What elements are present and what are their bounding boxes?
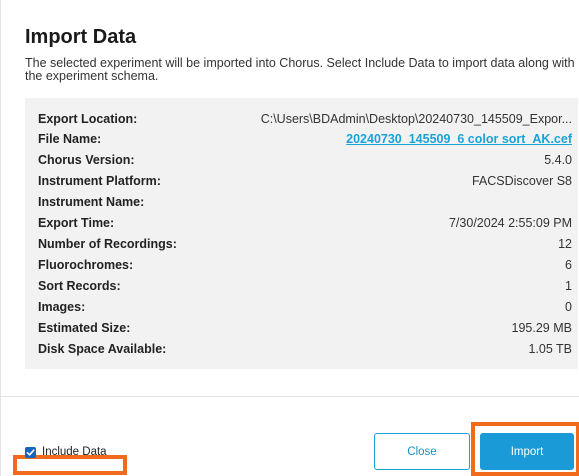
chorus-version-value: 5.4.0	[544, 153, 572, 167]
detail-row-chorus-version: Chorus Version: 5.4.0	[38, 151, 572, 169]
sort-records-value: 1	[565, 279, 572, 293]
fluorochromes-value: 6	[565, 258, 572, 272]
number-of-recordings-value: 12	[558, 237, 572, 251]
detail-row-images: Images: 0	[38, 298, 572, 316]
detail-label: Sort Records:	[38, 279, 121, 293]
detail-row-instrument-platform: Instrument Platform: FACSDiscover S8	[38, 172, 572, 190]
detail-label: Instrument Name:	[38, 195, 145, 209]
footer-divider	[1, 396, 579, 397]
detail-label: Fluorochromes:	[38, 258, 134, 272]
detail-label: Number of Recordings:	[38, 237, 177, 251]
detail-row-sort-records: Sort Records: 1	[38, 277, 572, 295]
detail-label: Chorus Version:	[38, 153, 135, 167]
detail-label: Disk Space Available:	[38, 342, 167, 356]
images-value: 0	[565, 300, 572, 314]
detail-label: Export Location:	[38, 112, 138, 126]
detail-label: Estimated Size:	[38, 321, 131, 335]
import-button[interactable]: Import	[480, 433, 574, 470]
detail-row-fluorochromes: Fluorochromes: 6	[38, 256, 572, 274]
detail-label: Export Time:	[38, 216, 115, 230]
export-time-value: 7/30/2024 2:55:09 PM	[448, 216, 572, 230]
detail-row-export-time: Export Time: 7/30/2024 2:55:09 PM	[38, 214, 572, 232]
dialog-description: The selected experiment will be imported…	[25, 56, 575, 83]
detail-label: Instrument Platform:	[38, 174, 161, 188]
import-data-dialog: Import Data The selected experiment will…	[0, 0, 579, 476]
detail-label: Images:	[38, 300, 86, 314]
detail-row-number-of-recordings: Number of Recordings: 12	[38, 235, 572, 253]
experiment-details-panel: Export Location: C:\Users\BDAdmin\Deskto…	[25, 98, 578, 369]
file-name-link[interactable]: 20240730_145509_6 color sort_AK.cef	[346, 130, 572, 148]
checkbox-checked-icon[interactable]	[25, 446, 36, 458]
include-data-highlight	[13, 455, 127, 475]
disk-space-available-value: 1.05 TB	[528, 342, 572, 356]
include-data-checkbox[interactable]: Include Data	[11, 446, 107, 458]
detail-row-estimated-size: Estimated Size: 195.29 MB	[38, 319, 572, 337]
detail-row-file-name: File Name: 20240730_145509_6 color sort_…	[38, 130, 572, 148]
instrument-platform-value: FACSDiscover S8	[471, 174, 572, 188]
detail-row-instrument-name: Instrument Name:	[38, 193, 572, 211]
detail-label: File Name:	[38, 132, 102, 146]
export-location-value: C:\Users\BDAdmin\Desktop\20240730_145509…	[260, 112, 572, 126]
detail-row-export-location: Export Location: C:\Users\BDAdmin\Deskto…	[38, 110, 572, 128]
dialog-title: Import Data	[25, 26, 137, 48]
close-button[interactable]: Close	[374, 433, 470, 470]
estimated-size-value: 195.29 MB	[511, 321, 572, 335]
detail-row-disk-space-available: Disk Space Available: 1.05 TB	[38, 340, 572, 358]
include-data-label: Include Data	[42, 446, 107, 458]
